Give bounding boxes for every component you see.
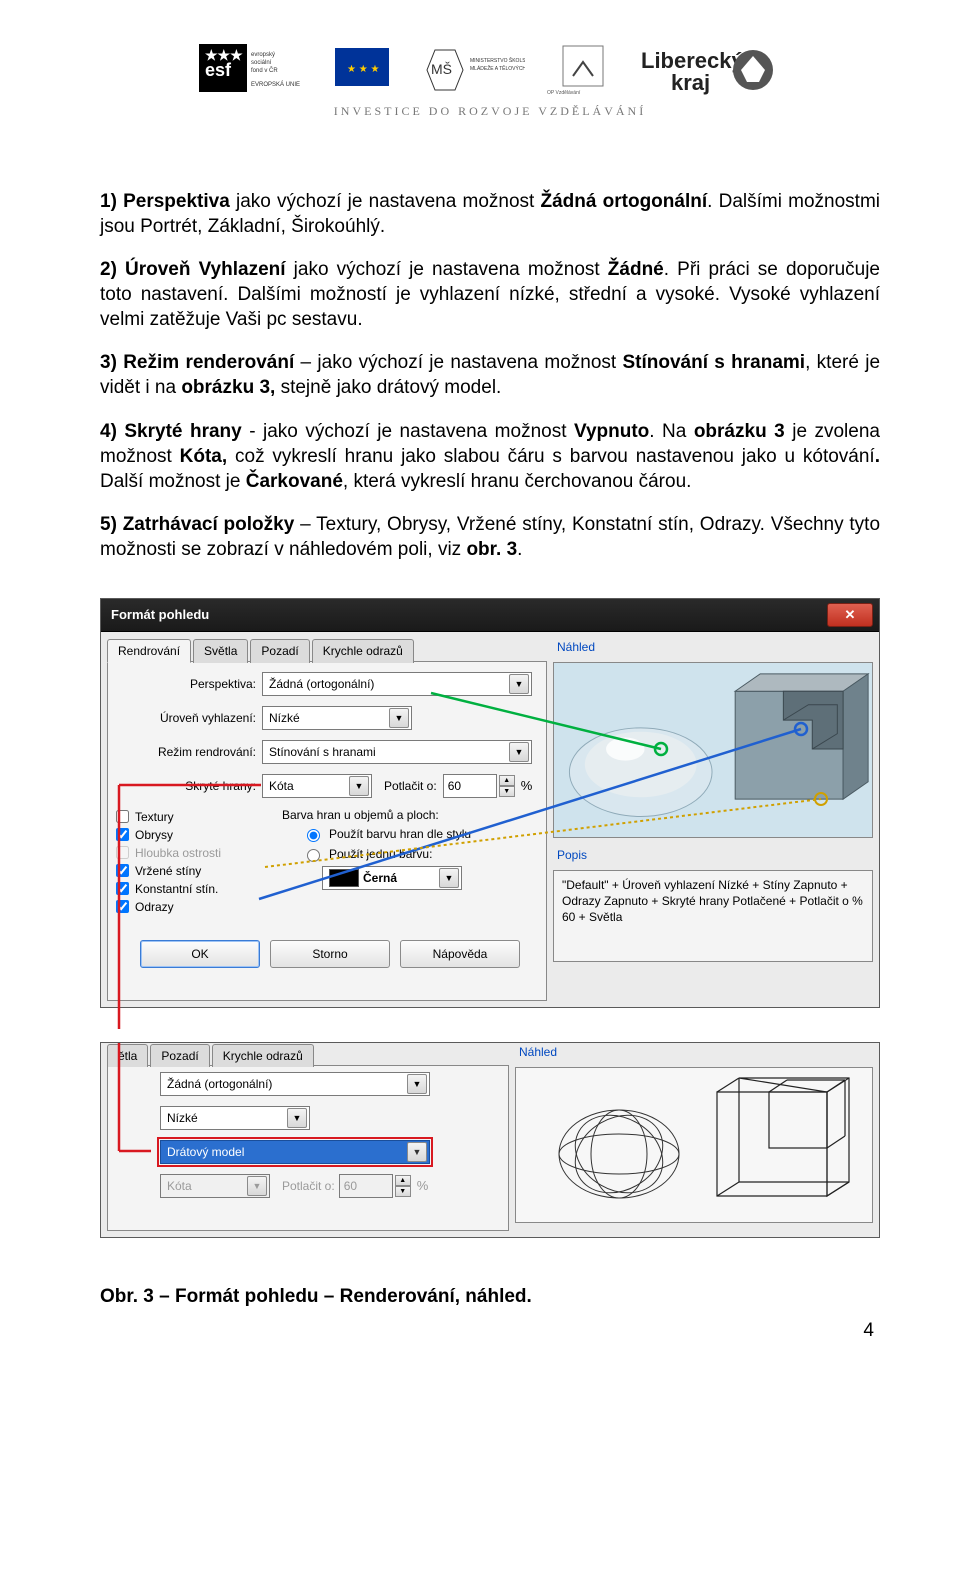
tabs-2: ětla Pozadí Krychle odrazů	[107, 1043, 509, 1066]
titlebar[interactable]: Formát pohledu ✕	[101, 599, 879, 632]
label-uroven: Úroveň vyhlazení:	[116, 711, 262, 725]
logo-esf: ★★★ esf evropský sociální fond v ČR EVRO…	[199, 40, 309, 100]
logo-opvk: OP Vzdělávání	[543, 40, 623, 100]
tab-svetla[interactable]: Světla	[193, 639, 248, 663]
color-swatch-icon	[329, 869, 359, 887]
label-percent: %	[515, 778, 533, 793]
invest-tagline: INVESTICE DO ROZVOJE VZDĚLÁVÁNÍ	[100, 104, 880, 119]
svg-text:EVROPSKÁ UNIE: EVROPSKÁ UNIE	[251, 81, 300, 88]
combo-rezim[interactable]: Stínování s hranami ▼	[262, 740, 532, 764]
spinner-potlacit-2: ▲▼	[395, 1175, 411, 1197]
label-skryte: Skryté hrany:	[116, 779, 262, 793]
page-number: 4	[100, 1320, 880, 1342]
tab-krychle-2[interactable]: Krychle odrazů	[212, 1044, 314, 1067]
label-potlacit-2: Potlačit o:	[282, 1179, 335, 1193]
tab-svetla-2[interactable]: ětla	[107, 1044, 148, 1067]
chevron-down-icon: ▼	[509, 674, 529, 694]
logo-strip: ★★★ esf evropský sociální fond v ČR EVRO…	[100, 40, 880, 100]
svg-text:MLÁDEŽE A TĚLOVÝCHOVY: MLÁDEŽE A TĚLOVÝCHOVY	[470, 64, 525, 72]
combo-skryte-2: Kóta ▼	[160, 1174, 270, 1198]
combo-perspektiva-2[interactable]: Žádná (ortogonální) ▼	[160, 1072, 430, 1096]
format-pohledu-dialog: Formát pohledu ✕ Rendrování Světla Pozad…	[100, 598, 880, 1008]
storno-button[interactable]: Storno	[270, 940, 390, 968]
tab-krychle-odrazu[interactable]: Krychle odrazů	[312, 639, 414, 663]
label-barva-hran: Barva hran u objemů a ploch:	[282, 808, 538, 822]
chk-vrzene-stiny[interactable]: Vržené stíny	[116, 864, 266, 878]
ok-button[interactable]: OK	[140, 940, 260, 968]
svg-text:MŠ: MŠ	[431, 61, 452, 77]
tab-rendrovani[interactable]: Rendrování	[107, 639, 191, 663]
chevron-down-icon: ▼	[247, 1176, 267, 1196]
svg-text:esf: esf	[205, 60, 232, 80]
nahled-label: Náhled	[553, 638, 873, 656]
chevron-down-icon: ▼	[349, 776, 369, 796]
chk-konstantni-stin[interactable]: Konstantní stín.	[116, 882, 266, 896]
combo-skryte[interactable]: Kóta ▼	[262, 774, 372, 798]
svg-text:OP Vzdělávání: OP Vzdělávání	[547, 90, 581, 96]
radio-barva-dle-stylu[interactable]: Použít barvu hran dle stylu	[302, 826, 538, 842]
chevron-down-icon: ▼	[407, 1142, 427, 1162]
radio-jedna-barva[interactable]: Použít jednu barvu:	[302, 846, 538, 862]
label-perspektiva: Perspektiva:	[116, 677, 262, 691]
svg-text:evropský: evropský	[251, 52, 275, 58]
tab-pozadi[interactable]: Pozadí	[250, 639, 309, 663]
chevron-down-icon: ▼	[389, 708, 409, 728]
chk-odrazy[interactable]: Odrazy	[116, 900, 266, 914]
logo-liberecky-kraj: Liberecký kraj	[641, 40, 781, 100]
dialog-title: Formát pohledu	[111, 607, 209, 622]
chk-obrysy[interactable]: Obrysy	[116, 828, 266, 842]
checkbox-group: Textury Obrysy Hloubka ostrosti Vržené s…	[116, 810, 266, 918]
input-potlacit[interactable]: 60	[443, 774, 497, 798]
figure-caption: Obr. 3 – Formát pohledu – Renderování, n…	[100, 1286, 880, 1308]
svg-text:MINISTERSTVO ŠKOLSTVÍ,: MINISTERSTVO ŠKOLSTVÍ,	[470, 57, 525, 64]
nahled-preview-2	[515, 1067, 873, 1223]
svg-text:fond v ČR: fond v ČR	[251, 67, 278, 74]
logo-eu-flag: ★ ★ ★	[327, 40, 397, 100]
format-pohledu-dialog-2: ětla Pozadí Krychle odrazů Žádná (ortogo…	[100, 1042, 880, 1238]
popis-text: "Default" + Úroveň vyhlazení Nízké + Stí…	[553, 870, 873, 962]
close-button[interactable]: ✕	[827, 603, 873, 627]
input-potlacit-2: 60	[339, 1174, 393, 1198]
combo-uroven[interactable]: Nízké ▼	[262, 706, 412, 730]
close-icon: ✕	[845, 607, 856, 623]
body-text: 1) Perspektiva jako výchozí je nastavena…	[100, 189, 880, 562]
chk-textury[interactable]: Textury	[116, 810, 266, 824]
svg-text:sociální: sociální	[251, 60, 272, 66]
label-potlacit: Potlačit o:	[384, 779, 443, 793]
chevron-down-icon: ▼	[509, 742, 529, 762]
spinner-potlacit[interactable]: ▲▼	[499, 775, 515, 797]
nahled-preview	[553, 662, 873, 838]
combo-barva[interactable]: Černá ▼	[322, 866, 462, 890]
label-percent-2: %	[411, 1178, 429, 1193]
svg-text:★ ★ ★: ★ ★ ★	[347, 64, 379, 75]
chevron-down-icon: ▼	[287, 1108, 307, 1128]
combo-uroven-2[interactable]: Nízké ▼	[160, 1106, 310, 1130]
nahled-label-2: Náhled	[515, 1043, 873, 1061]
tab-pozadi-2[interactable]: Pozadí	[150, 1044, 209, 1067]
chevron-down-icon: ▼	[407, 1074, 427, 1094]
napoveda-button[interactable]: Nápověda	[400, 940, 520, 968]
tabs: Rendrování Světla Pozadí Krychle odrazů	[107, 638, 547, 662]
popis-label: Popis	[553, 846, 873, 864]
chevron-down-icon: ▼	[439, 868, 459, 888]
label-rezim: Režim rendrování:	[116, 745, 262, 759]
combo-perspektiva[interactable]: Žádná (ortogonální) ▼	[262, 672, 532, 696]
svg-text:kraj: kraj	[671, 70, 710, 95]
combo-rezim-2[interactable]: Drátový model ▼	[160, 1140, 430, 1164]
logo-msmt: MŠ MINISTERSTVO ŠKOLSTVÍ, MLÁDEŽE A TĚLO…	[415, 40, 525, 100]
chk-hloubka: Hloubka ostrosti	[116, 846, 266, 860]
